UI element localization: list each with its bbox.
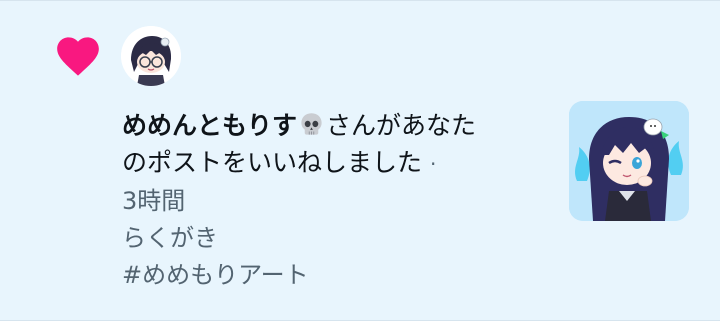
post-text-line-1: らくがき xyxy=(122,224,218,252)
post-thumbnail[interactable] xyxy=(569,101,689,221)
post-illustration xyxy=(569,101,689,221)
notification-content: めめんともりす さんがあなたのポストをいいねしました · 3時間 らくがき #め… xyxy=(122,107,542,294)
timestamp[interactable]: 3時間 xyxy=(122,183,542,220)
message-text-1: さんがあなた xyxy=(326,111,477,140)
heart-icon xyxy=(57,37,99,76)
user-name[interactable]: めめんともりす xyxy=(122,111,297,140)
skull-icon xyxy=(301,113,322,135)
like-notification[interactable]: めめんともりす さんがあなたのポストをいいねしました · 3時間 らくがき #め… xyxy=(0,0,720,321)
user-avatar[interactable] xyxy=(121,26,181,86)
notification-message: めめんともりす さんがあなたのポストをいいねしました · xyxy=(122,107,542,183)
message-text-2: のポストをいいねしました xyxy=(122,148,423,177)
avatar-image xyxy=(121,26,181,86)
post-text-line-2: #めめもりアート xyxy=(122,261,309,289)
separator-dot: · xyxy=(429,152,437,176)
